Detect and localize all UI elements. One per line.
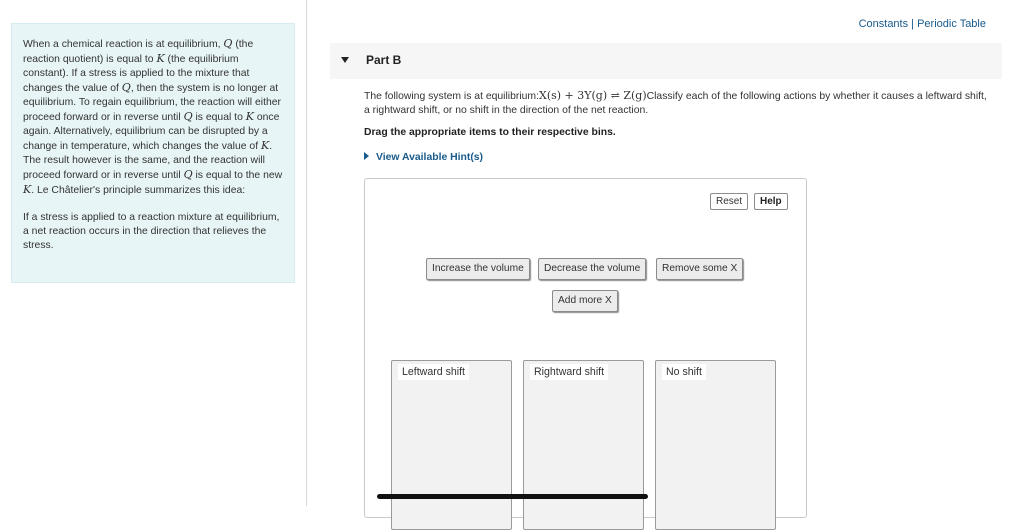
- bin-label: No shift: [662, 364, 706, 380]
- drag-item-increase-volume[interactable]: Increase the volume: [426, 258, 530, 280]
- drag-item-remove-x[interactable]: Remove some X: [656, 258, 744, 280]
- bin-leftward-shift[interactable]: Leftward shift: [391, 360, 512, 530]
- expand-caret-icon: [364, 152, 369, 160]
- drag-item-add-x[interactable]: Add more X: [552, 290, 618, 312]
- help-button[interactable]: Help: [754, 193, 788, 210]
- bin-no-shift[interactable]: No shift: [655, 360, 776, 530]
- link-separator: |: [911, 18, 915, 30]
- bin-label: Rightward shift: [530, 364, 609, 380]
- drag-item-decrease-volume[interactable]: Decrease the volume: [538, 258, 647, 280]
- question-intro: The following system is at equilibrium:: [364, 91, 539, 102]
- info-text: . Le Châtelier's principle summarizes th…: [31, 185, 246, 196]
- info-panel: When a chemical reaction is at equilibri…: [11, 23, 295, 283]
- info-paragraph-2: If a stress is applied to a reaction mix…: [23, 212, 280, 251]
- constants-link[interactable]: Constants: [859, 18, 909, 30]
- part-title: Part B: [366, 53, 402, 67]
- var-q: Q: [121, 81, 131, 94]
- info-text: is equal to: [192, 112, 246, 123]
- drag-drop-workspace: Reset Help Increase the volume Decrease …: [364, 178, 807, 530]
- top-links: Constants | Periodic Table: [859, 18, 986, 30]
- var-q: Q: [183, 168, 193, 181]
- var-k: K: [23, 183, 32, 196]
- info-paragraph-1: When a chemical reaction is at equilibri…: [23, 37, 284, 198]
- question-text: The following system is at equilibrium:X…: [364, 89, 994, 118]
- instruction-text: Drag the appropriate items to their resp…: [364, 127, 616, 138]
- hint-label: View Available Hint(s): [376, 152, 484, 163]
- var-k: K: [156, 52, 165, 65]
- var-k: K: [245, 110, 254, 123]
- info-text: is equal to the new: [192, 170, 283, 181]
- horizontal-scrollbar[interactable]: [377, 494, 648, 499]
- reset-button[interactable]: Reset: [710, 193, 749, 210]
- bin-rightward-shift[interactable]: Rightward shift: [523, 360, 644, 530]
- view-hints-link[interactable]: View Available Hint(s): [364, 152, 483, 163]
- panel-divider: [306, 0, 307, 506]
- var-q: Q: [183, 110, 193, 123]
- collapse-caret-icon[interactable]: [341, 57, 349, 63]
- info-text: When a chemical reaction is at equilibri…: [23, 39, 224, 50]
- var-k: K: [260, 139, 270, 152]
- periodic-table-link[interactable]: Periodic Table: [917, 18, 986, 30]
- bin-label: Leftward shift: [398, 364, 470, 380]
- chemical-equation: X(s) + 3Y(g) ⇌ Z(g): [538, 89, 647, 102]
- part-header[interactable]: Part B: [330, 43, 1002, 79]
